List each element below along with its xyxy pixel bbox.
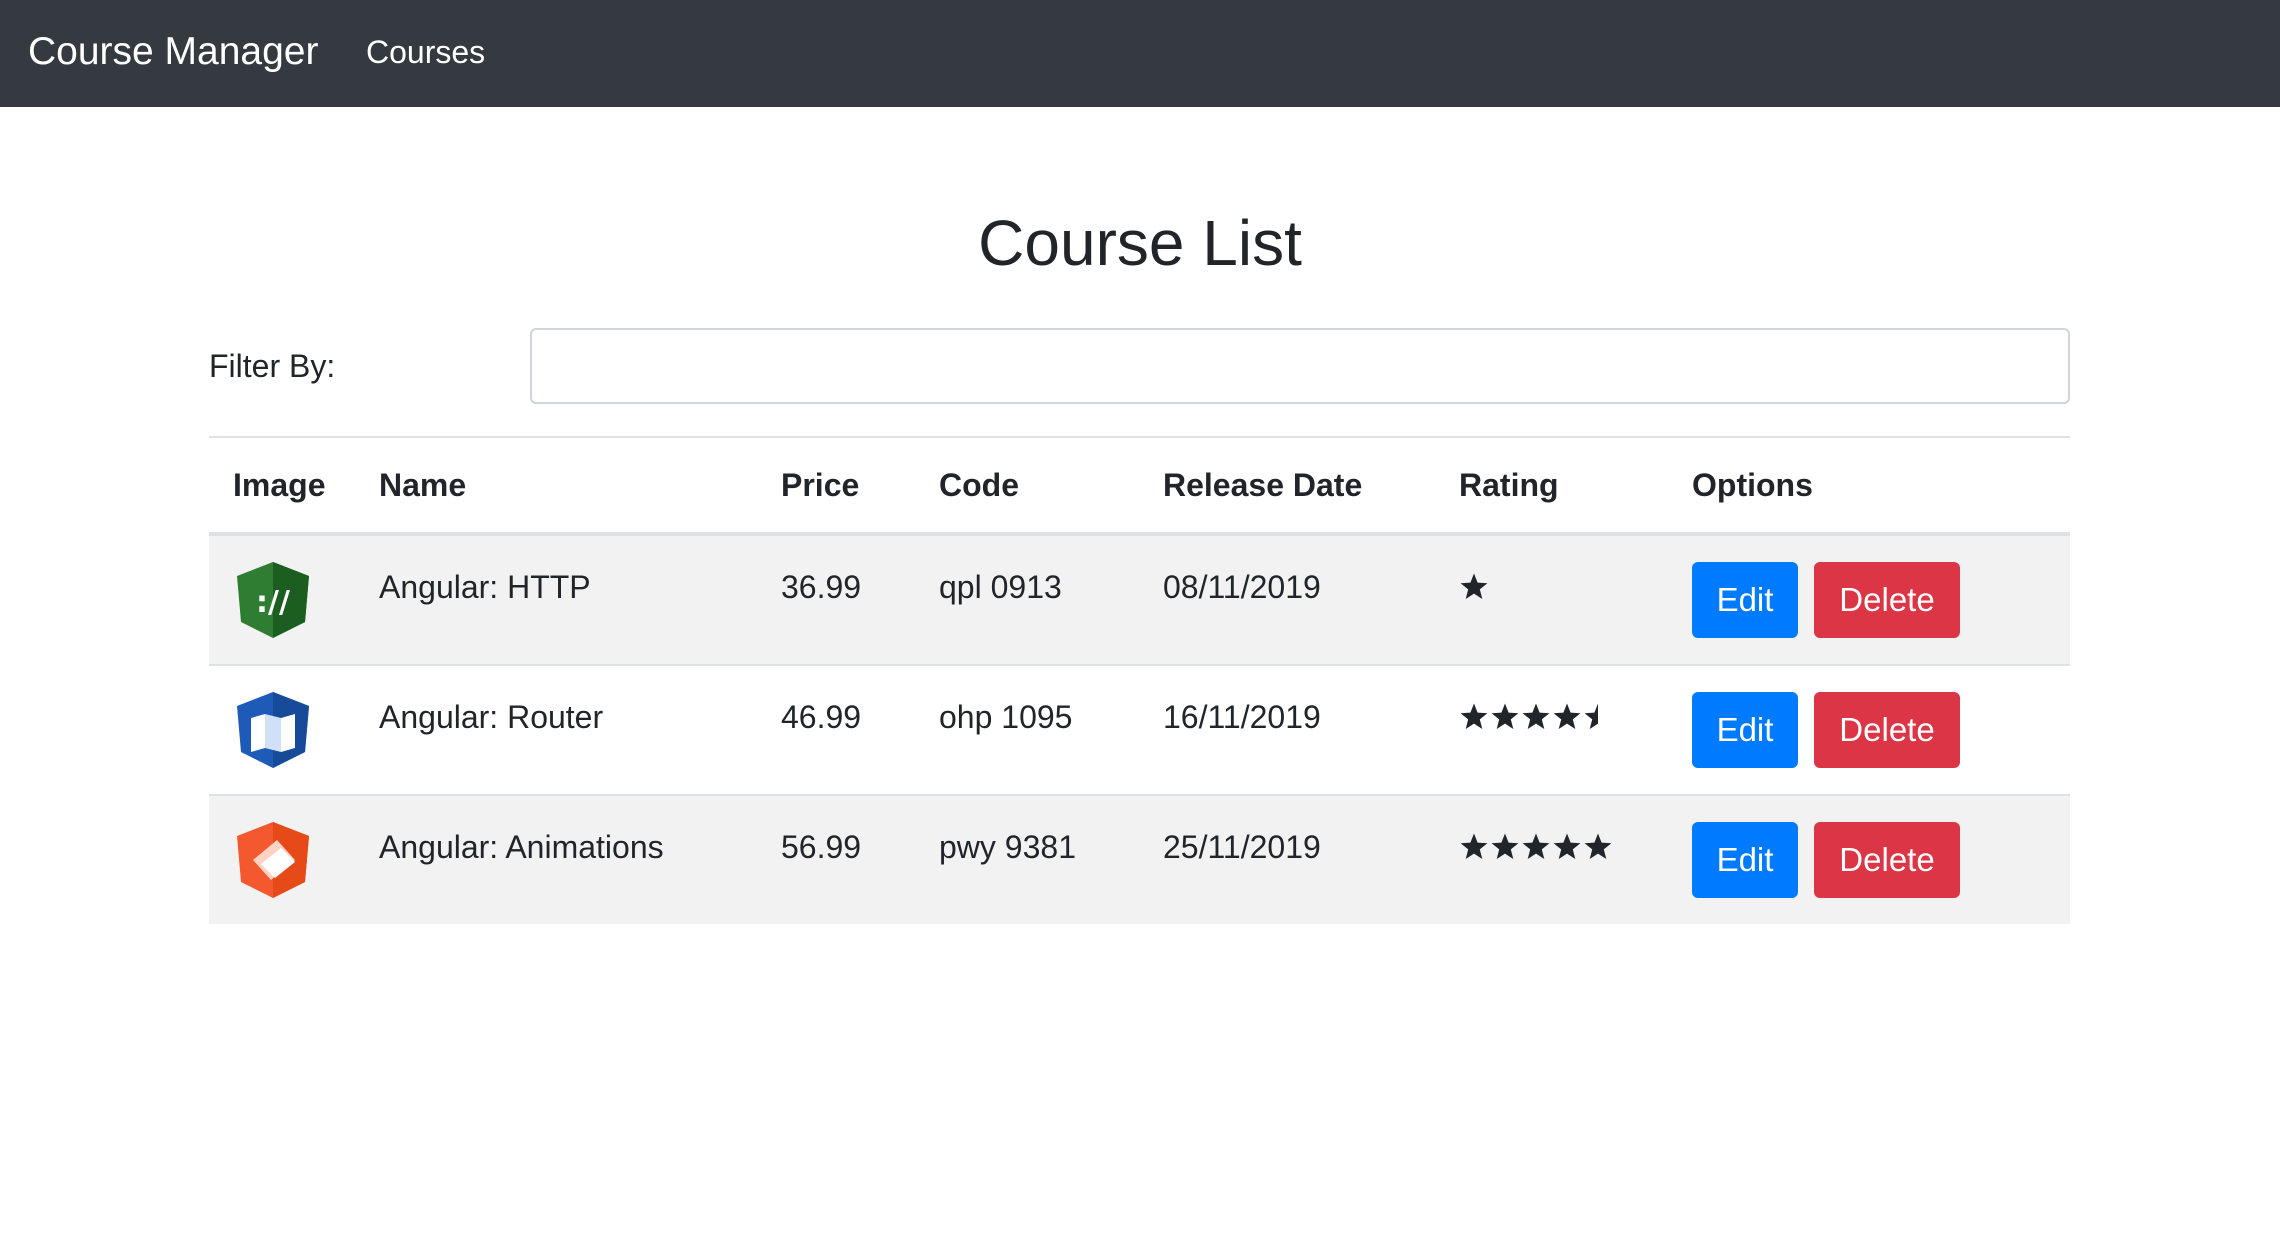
- delete-button[interactable]: Delete: [1814, 562, 1960, 638]
- course-code: qpl 0913: [939, 568, 1062, 605]
- rating-stars: [1459, 572, 1692, 602]
- table-row: :// Angular: HTTP 36.99 qpl 0913 08/11/2…: [209, 536, 2070, 666]
- star-icon: [1460, 833, 1488, 859]
- star-half-icon: [1584, 703, 1598, 729]
- star-icon: [1460, 573, 1488, 599]
- course-name: Angular: Router: [379, 698, 604, 735]
- angular-animations-logo-icon: [237, 822, 309, 898]
- star-icon: [1584, 833, 1612, 859]
- header-options: Options: [1692, 466, 1813, 503]
- star-icon: [1522, 833, 1550, 859]
- filter-input[interactable]: [530, 328, 2070, 404]
- table-row: Angular: Router 46.99 ohp 1095 16/11/201…: [209, 666, 2070, 796]
- star-icon: [1460, 703, 1488, 729]
- course-code: ohp 1095: [939, 698, 1073, 735]
- navbar: Course Manager Courses: [0, 0, 2280, 107]
- star-icon: [1491, 703, 1519, 729]
- edit-button[interactable]: Edit: [1692, 822, 1798, 898]
- course-release-date: 25/11/2019: [1163, 828, 1321, 865]
- nav-link-courses[interactable]: Courses: [366, 32, 485, 72]
- svg-text:://: ://: [256, 585, 290, 620]
- course-name: Angular: HTTP: [379, 568, 591, 605]
- rating-stars: [1459, 702, 1692, 732]
- course-price: 46.99: [781, 698, 862, 735]
- course-price: 36.99: [781, 568, 862, 605]
- table-header: Image Name Price Code Release Date Ratin…: [209, 438, 2070, 536]
- edit-button[interactable]: Edit: [1692, 562, 1798, 638]
- star-icon: [1491, 833, 1519, 859]
- course-price: 56.99: [781, 828, 862, 865]
- header-code: Code: [939, 466, 1019, 503]
- brand-title[interactable]: Course Manager: [28, 28, 318, 76]
- rating-stars: [1459, 832, 1692, 862]
- filter-label: Filter By:: [209, 348, 336, 384]
- angular-http-logo-icon: ://: [237, 562, 309, 638]
- delete-button[interactable]: Delete: [1814, 822, 1960, 898]
- header-price: Price: [781, 466, 860, 503]
- star-icon: [1553, 833, 1581, 859]
- star-icon: [1553, 703, 1581, 729]
- edit-button[interactable]: Edit: [1692, 692, 1798, 768]
- course-name: Angular: Animations: [379, 828, 664, 865]
- header-release-date: Release Date: [1163, 466, 1363, 503]
- delete-button[interactable]: Delete: [1814, 692, 1960, 768]
- course-release-date: 16/11/2019: [1163, 698, 1321, 735]
- course-table: Image Name Price Code Release Date Ratin…: [209, 436, 2070, 924]
- course-release-date: 08/11/2019: [1163, 568, 1321, 605]
- page-title: Course List: [978, 207, 1302, 279]
- course-code: pwy 9381: [939, 828, 1076, 865]
- table-row: Angular: Animations 56.99 pwy 9381 25/11…: [209, 796, 2070, 924]
- angular-router-logo-icon: [237, 692, 309, 768]
- star-icon: [1522, 703, 1550, 729]
- header-image: Image: [233, 466, 326, 503]
- header-name: Name: [379, 466, 467, 503]
- header-rating: Rating: [1459, 466, 1559, 503]
